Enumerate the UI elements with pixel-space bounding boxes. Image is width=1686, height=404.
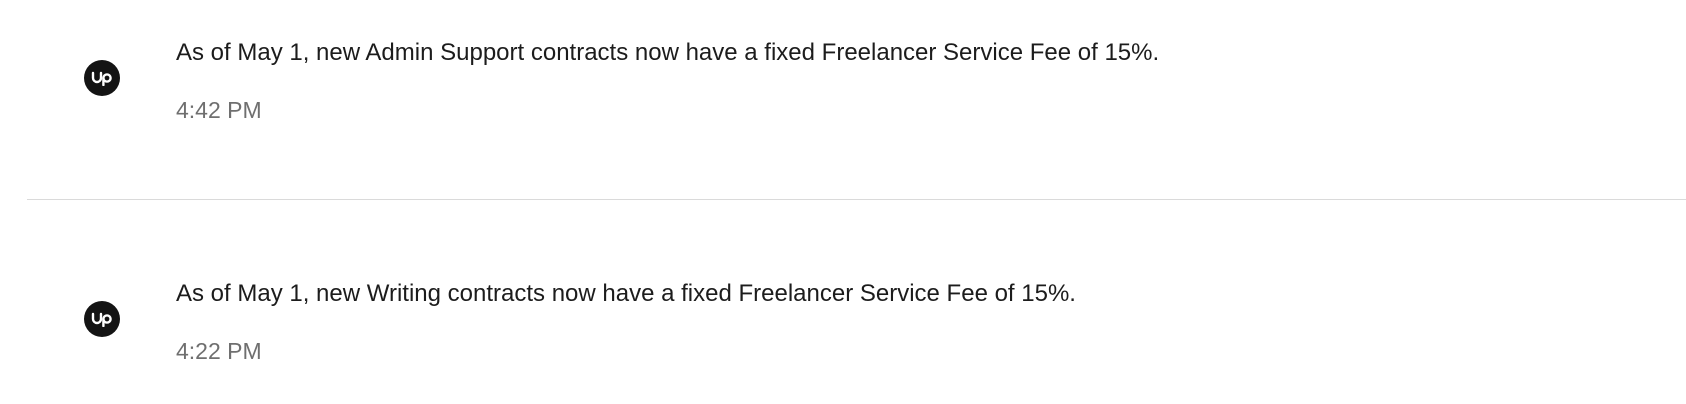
- upwork-logo-glyph: [91, 71, 112, 86]
- notification-message: As of May 1, new Admin Support contracts…: [176, 39, 1160, 66]
- notification-time: 4:42 PM: [176, 97, 262, 123]
- notification-item[interactable]: As of May 1, new Writing contracts now h…: [0, 200, 1686, 400]
- notification-item[interactable]: As of May 1, new Admin Support contracts…: [0, 0, 1686, 200]
- notification-message: As of May 1, new Writing contracts now h…: [176, 280, 1076, 307]
- notification-time: 4:22 PM: [176, 338, 262, 364]
- upwork-logo-icon: [84, 60, 120, 96]
- upwork-logo-icon: [84, 301, 120, 337]
- upwork-logo-glyph: [91, 312, 112, 327]
